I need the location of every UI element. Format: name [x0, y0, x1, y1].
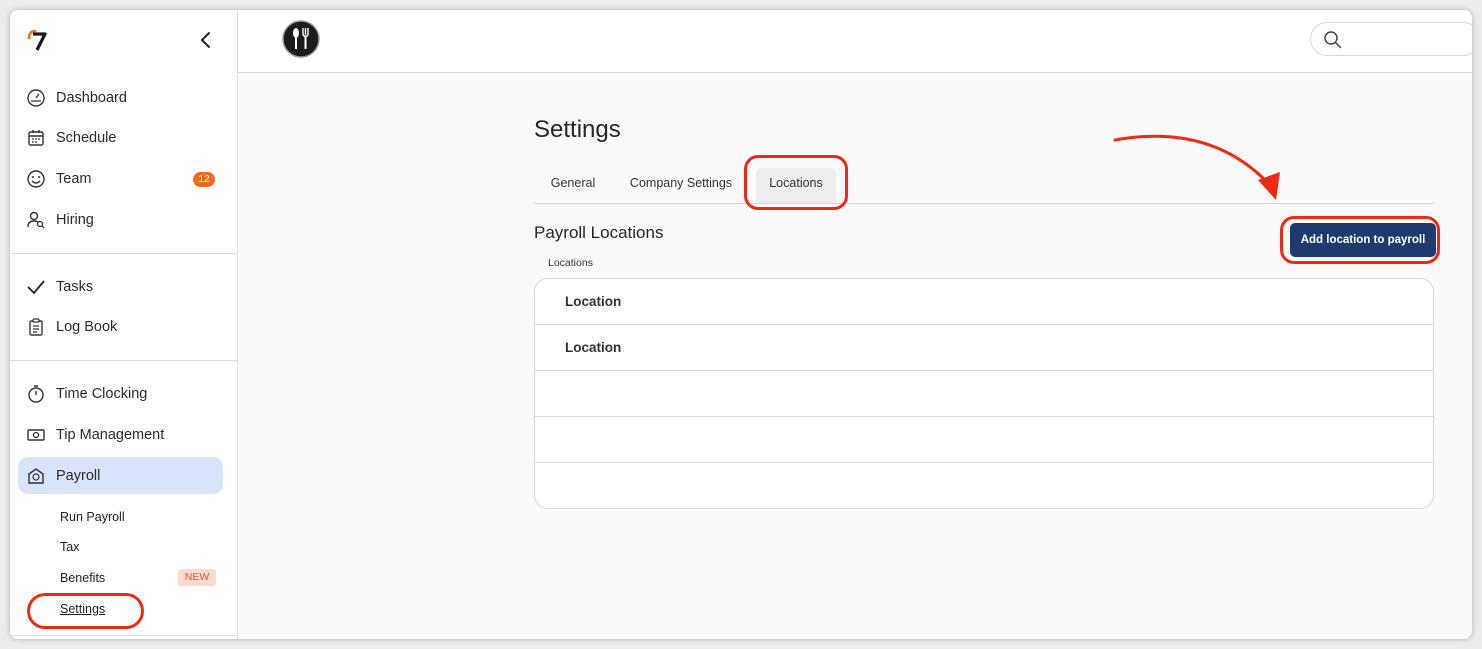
search-input[interactable] [1310, 22, 1472, 56]
tab-locations[interactable]: Locations [756, 168, 836, 203]
sidebar-item-tip-management[interactable]: Tip Management [18, 416, 223, 453]
sidebar-item-team[interactable]: Team 12 [18, 160, 223, 197]
stopwatch-icon [26, 384, 46, 404]
new-badge: NEW [178, 569, 216, 586]
team-count-badge: 12 [193, 172, 215, 187]
locations-sublabel: Locations [548, 257, 593, 269]
person-search-icon [26, 210, 46, 230]
smiley-icon [26, 169, 46, 189]
cash-icon [26, 425, 46, 445]
collapse-sidebar-icon[interactable] [196, 28, 216, 52]
location-name: Location [565, 340, 622, 355]
table-row[interactable]: Location [535, 279, 1433, 325]
location-name: Location [565, 294, 622, 309]
sidebar-item-tasks[interactable]: Tasks [18, 268, 223, 305]
sidebar-item-label: Dashboard [56, 89, 127, 106]
page-title: Settings [534, 116, 621, 143]
top-bar [238, 10, 1472, 73]
calendar-icon [26, 128, 46, 148]
sidebar-item-label: Schedule [56, 129, 117, 146]
table-row [535, 371, 1433, 417]
search-icon [1324, 31, 1342, 49]
app-logo-icon[interactable] [26, 28, 48, 52]
locations-table: Location Location [534, 278, 1434, 509]
app-window: Dashboard Schedule Team 12 Hiring Tasks … [10, 10, 1472, 639]
tab-general[interactable]: General [542, 168, 604, 203]
sidebar-item-payroll[interactable]: Payroll [18, 457, 223, 494]
table-row [535, 417, 1433, 463]
sidebar: Dashboard Schedule Team 12 Hiring Tasks … [10, 10, 238, 639]
sidebar-item-label: Log Book [56, 318, 118, 335]
dashboard-gauge-icon [26, 88, 46, 108]
payroll-envelope-icon [26, 466, 46, 486]
sidebar-item-label: Hiring [56, 211, 94, 228]
tab-company-settings[interactable]: Company Settings [628, 168, 734, 203]
sidebar-divider [10, 360, 237, 361]
sidebar-subitem-settings[interactable]: Settings [60, 602, 105, 616]
sidebar-subitem-tax[interactable]: Tax [60, 540, 79, 554]
sidebar-item-hiring[interactable]: Hiring [18, 201, 223, 238]
section-title: Payroll Locations [534, 223, 664, 242]
sidebar-item-label: Payroll [56, 467, 101, 484]
add-location-button[interactable]: Add location to payroll [1290, 223, 1436, 257]
annotation-arrow-icon [1113, 134, 1280, 200]
sidebar-item-time-clocking[interactable]: Time Clocking [18, 375, 223, 412]
checkmark-icon [26, 277, 46, 297]
sidebar-subitem-benefits[interactable]: Benefits [60, 571, 105, 585]
sidebar-item-schedule[interactable]: Schedule [18, 119, 223, 156]
restaurant-utensils-icon[interactable] [282, 20, 320, 58]
table-row [535, 463, 1433, 508]
sidebar-item-dashboard[interactable]: Dashboard [18, 79, 223, 116]
table-row[interactable]: Location [535, 325, 1433, 371]
sidebar-item-label: Tasks [56, 278, 94, 295]
sidebar-divider [10, 253, 237, 254]
sidebar-divider [10, 635, 237, 636]
sidebar-item-label: Team [56, 170, 92, 187]
settings-tabs: General Company Settings Locations [534, 168, 1434, 204]
sidebar-item-label: Tip Management [56, 426, 165, 443]
clipboard-icon [26, 317, 46, 337]
sidebar-subitem-run-payroll[interactable]: Run Payroll [60, 510, 125, 524]
sidebar-item-log-book[interactable]: Log Book [18, 308, 223, 345]
sidebar-item-label: Time Clocking [56, 385, 148, 402]
